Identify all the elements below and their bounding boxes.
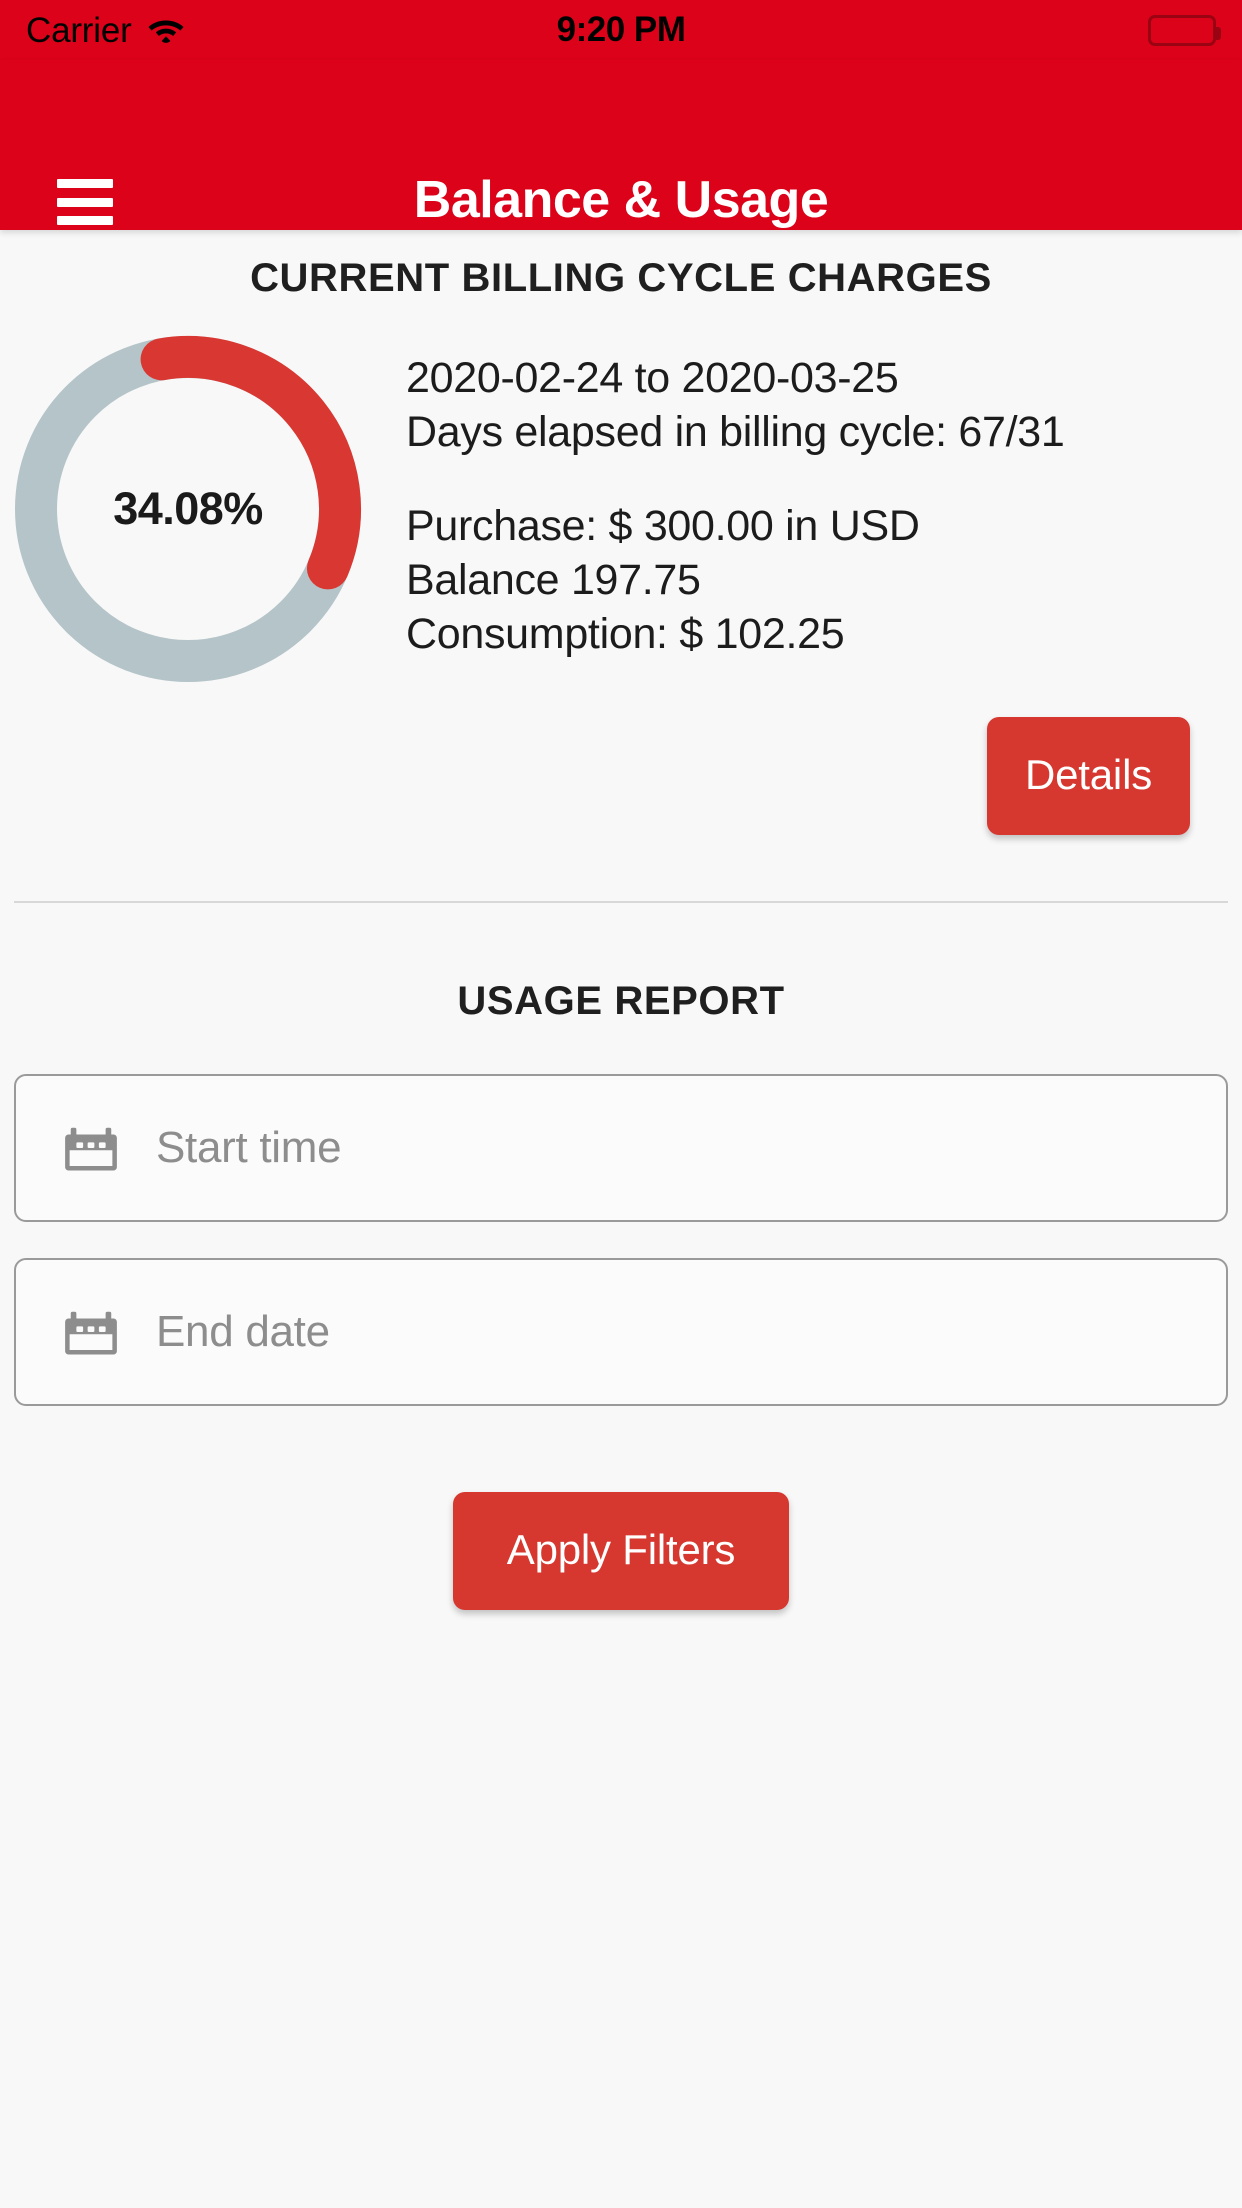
billing-consumption: Consumption: $ 102.25 [406,610,845,658]
details-button-row: Details [0,717,1242,835]
billing-balance: Balance 197.75 [406,556,701,604]
page-title: Balance & Usage [413,171,829,229]
wifi-icon [146,13,186,48]
billing-section-title: CURRENT BILLING CYCLE CHARGES [250,256,992,300]
status-bar: Carrier 9:20 PM [0,0,1242,60]
end-date-placeholder: End date [156,1307,330,1356]
usage-section-title: USAGE REPORT [457,979,785,1023]
calendar-icon [65,1311,117,1355]
navigation-bar: Balance & Usage [0,60,1242,230]
billing-details-text: 2020-02-24 to 2020-03-25 Days elapsed in… [368,329,1242,661]
battery-icon [1148,14,1221,46]
start-time-field[interactable]: Start time [14,1074,1228,1222]
page-content: CURRENT BILLING CYCLE CHARGES 34.08% 202… [0,230,1242,2208]
status-bar-left: Carrier [26,13,621,48]
billing-cycle-section: CURRENT BILLING CYCLE CHARGES 34.08% 202… [0,230,1242,903]
apply-filters-row: Apply Filters [0,1492,1242,1610]
billing-purchase: Purchase: $ 300.00 in USD [406,502,920,550]
end-date-field[interactable]: End date [14,1258,1228,1406]
carrier-label: Carrier [26,10,132,50]
donut-center-label: 34.08% [113,483,263,534]
usage-report-section: USAGE REPORT Start time End date Apply F… [0,903,1242,1610]
start-time-placeholder: Start time [156,1123,342,1172]
usage-donut-chart: 34.08% [8,329,368,689]
billing-cycle-range: 2020-02-24 to 2020-03-25 [406,354,899,402]
billing-days-elapsed: Days elapsed in billing cycle: 67/31 [406,408,1065,456]
details-button[interactable]: Details [987,717,1190,835]
billing-summary-row: 34.08% 2020-02-24 to 2020-03-25 Days ela… [0,329,1242,689]
calendar-icon [65,1127,117,1171]
status-bar-right [621,14,1221,46]
apply-filters-button[interactable]: Apply Filters [452,1492,790,1610]
text-spacer [406,459,1242,499]
battery-cap [1216,26,1221,40]
app-root: Carrier 9:20 PM Balance & Usage CURRENT … [0,0,1242,2208]
